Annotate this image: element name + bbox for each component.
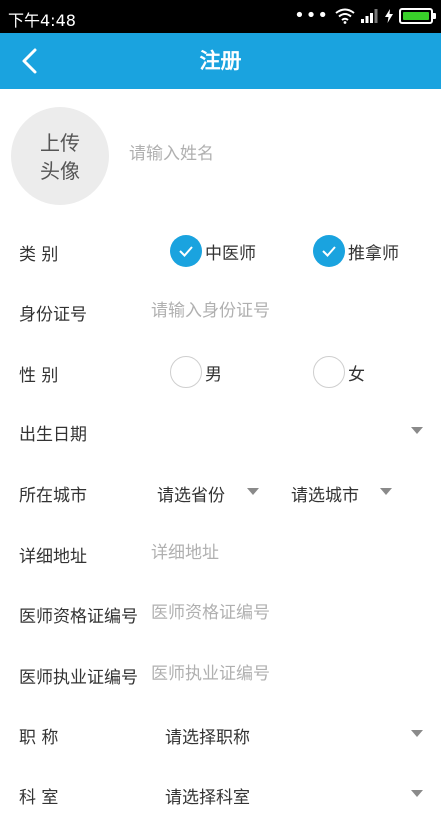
- title-label: 职 称: [19, 728, 59, 748]
- id-number-row: 身份证号: [0, 291, 441, 331]
- practice-input[interactable]: [147, 658, 425, 690]
- charging-icon: [385, 9, 393, 23]
- province-select-text: 请选省份: [157, 486, 225, 506]
- practice-label: 医师执业证编号: [19, 668, 138, 688]
- signal-icon: [361, 9, 378, 23]
- chevron-down-icon: [247, 488, 259, 495]
- city-label: 所在城市: [19, 486, 87, 506]
- category-option-tcm[interactable]: 中医师: [170, 233, 256, 269]
- category-label: 类 别: [19, 245, 59, 265]
- birth-date-label: 出生日期: [19, 425, 87, 445]
- department-row: 科 室 请选择科室: [0, 774, 441, 814]
- checked-icon: [170, 235, 202, 267]
- qualification-row: 医师资格证编号: [0, 593, 441, 633]
- id-number-label: 身份证号: [19, 305, 87, 325]
- category-option-label: 推拿师: [348, 243, 399, 264]
- department-select[interactable]: 请选择科室: [158, 774, 433, 814]
- province-select[interactable]: 请选省份: [150, 472, 268, 512]
- title-select[interactable]: 请选择职称: [158, 714, 433, 754]
- gender-label: 性 别: [19, 366, 59, 386]
- wifi-icon: [335, 8, 355, 24]
- id-number-input[interactable]: [147, 295, 425, 327]
- birth-date-row: 出生日期: [0, 411, 441, 451]
- more-dots-icon: •••: [294, 5, 329, 26]
- status-bar: 下午4:48 •••: [0, 0, 441, 33]
- chevron-down-icon: [411, 790, 423, 797]
- checked-icon: [313, 235, 345, 267]
- practice-row: 医师执业证编号: [0, 654, 441, 694]
- gender-option-female[interactable]: 女: [313, 354, 365, 390]
- radio-unchecked-icon: [170, 356, 202, 388]
- chevron-down-icon: [411, 730, 423, 737]
- chevron-down-icon: [411, 427, 423, 434]
- category-option-label: 中医师: [205, 243, 256, 264]
- gender-row: 性 别 男 女: [0, 352, 441, 392]
- address-label: 详细地址: [19, 547, 87, 567]
- qualification-label: 医师资格证编号: [19, 607, 138, 627]
- city-select-text: 请选城市: [291, 486, 359, 506]
- birth-date-picker[interactable]: [147, 411, 433, 451]
- radio-unchecked-icon: [313, 356, 345, 388]
- gender-option-label: 男: [205, 364, 222, 385]
- category-option-massage[interactable]: 推拿师: [313, 233, 399, 269]
- app-bar: 注册: [0, 33, 441, 89]
- city-select[interactable]: 请选城市: [284, 472, 402, 512]
- status-icons: •••: [294, 5, 436, 27]
- gender-option-male[interactable]: 男: [170, 354, 222, 390]
- address-row: 详细地址: [0, 533, 441, 573]
- title-row: 职 称 请选择职称: [0, 714, 441, 754]
- title-select-text: 请选择职称: [165, 728, 250, 748]
- page-title: 注册: [199, 49, 242, 73]
- qualification-input[interactable]: [147, 597, 425, 629]
- gender-option-label: 女: [348, 364, 365, 385]
- department-label: 科 室: [19, 788, 59, 808]
- upload-avatar-label: 上传 头像: [40, 131, 80, 183]
- name-input[interactable]: [125, 137, 433, 171]
- status-time: 下午4:48: [8, 11, 76, 30]
- upload-avatar-button[interactable]: 上传 头像: [11, 107, 109, 205]
- address-input[interactable]: [147, 537, 425, 569]
- battery-icon: [399, 8, 436, 24]
- category-row: 类 别 中医师 推拿师: [0, 231, 441, 271]
- department-select-text: 请选择科室: [165, 788, 250, 808]
- chevron-down-icon: [380, 488, 392, 495]
- city-row: 所在城市 请选省份 请选城市: [0, 472, 441, 512]
